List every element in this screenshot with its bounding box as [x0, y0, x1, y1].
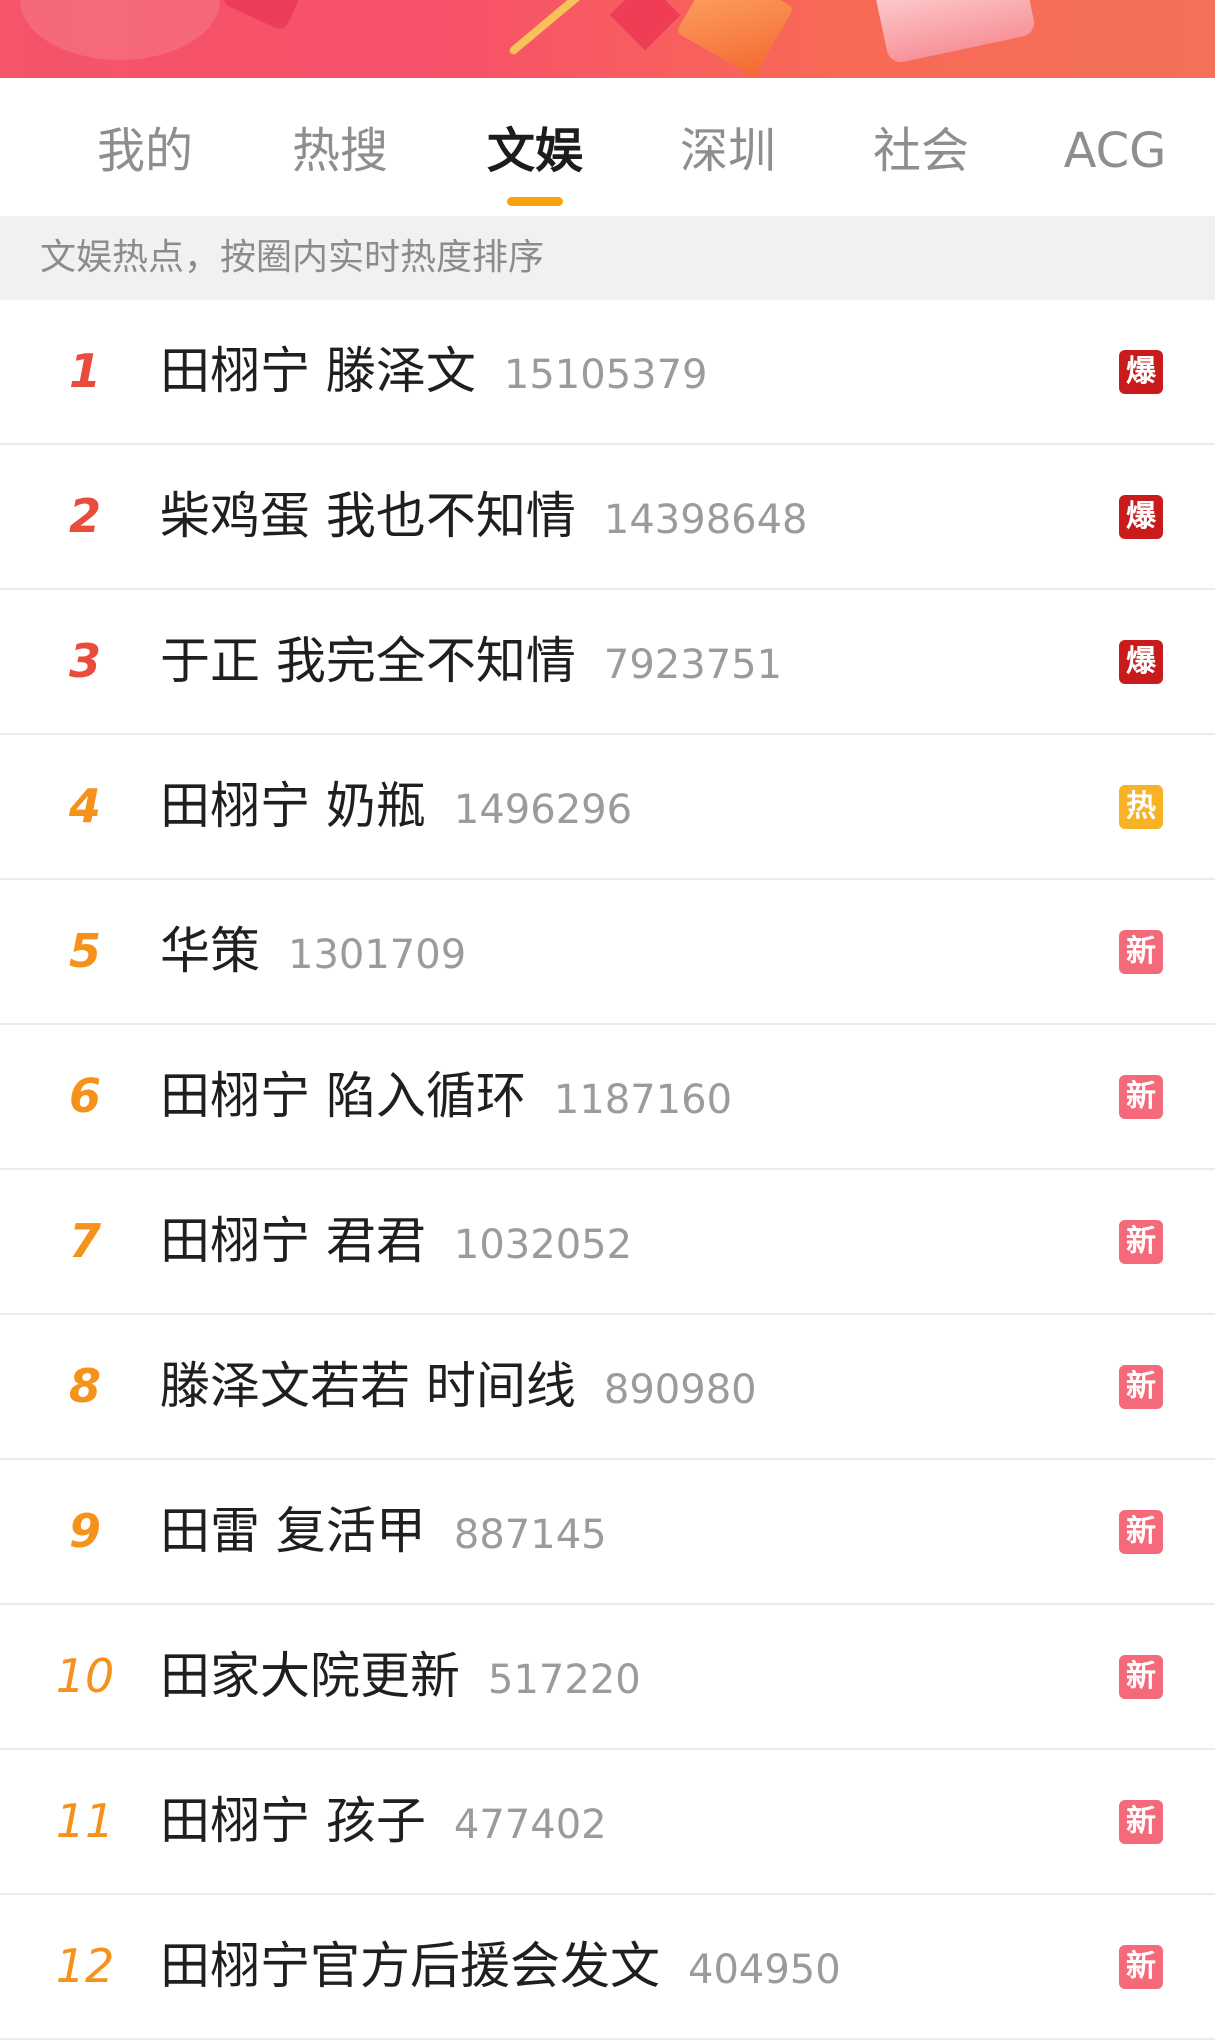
heat-count: 887145 [453, 1512, 607, 1558]
heat-count: 404950 [688, 1947, 841, 1993]
item-title: 田栩宁 君君 1032052 [160, 1170, 632, 1313]
heat-count: 890980 [603, 1367, 757, 1413]
heat-count: 1032052 [453, 1222, 633, 1268]
tab-label: 热搜 [291, 123, 388, 179]
new-badge: 新 [1119, 1800, 1163, 1844]
item-title: 田栩宁官方后援会发文 404950 [160, 1895, 841, 2038]
item-title-text: 田雷 复活甲 [160, 1502, 426, 1560]
item-title: 田雷 复活甲 887145 [160, 1460, 607, 1603]
heat-count: 517220 [488, 1657, 641, 1703]
top-banner [0, 0, 1215, 78]
banner-decoration [873, 0, 1037, 65]
list-item[interactable]: 8 滕泽文若若 时间线 890980 新 [0, 1315, 1215, 1460]
heat-count: 15105379 [503, 352, 708, 398]
heat-count: 1496296 [453, 787, 633, 833]
rank-number: 2 [68, 489, 101, 543]
item-title-text: 于正 我完全不知情 [160, 632, 576, 690]
rank-number: 12 [55, 1939, 115, 1993]
tab-shenzhen[interactable]: 深圳 [653, 116, 803, 186]
item-title-text: 田家大院更新 [160, 1647, 460, 1705]
item-title-text: 田栩宁 孩子 [160, 1792, 426, 1850]
heat-count: 1187160 [553, 1077, 733, 1123]
new-badge: 新 [1119, 1365, 1163, 1409]
tab-label: 社会 [872, 123, 969, 179]
item-title-text: 柴鸡蛋 我也不知情 [160, 487, 576, 545]
list-item[interactable]: 6 田栩宁 陷入循环 1187160 新 [0, 1025, 1215, 1170]
rank-number: 5 [68, 924, 101, 978]
tab-label: ACG [1063, 123, 1167, 179]
list-item[interactable]: 5 华策 1301709 新 [0, 880, 1215, 1025]
tab-label: 文娱 [486, 123, 583, 179]
item-title: 柴鸡蛋 我也不知情 14398648 [160, 445, 808, 588]
rank-number: 8 [68, 1359, 101, 1413]
banner-decoration [676, 0, 794, 78]
new-badge: 新 [1119, 1220, 1163, 1264]
item-title: 滕泽文若若 时间线 890980 [160, 1315, 757, 1458]
item-title: 田栩宁 孩子 477402 [160, 1750, 607, 1893]
rank-number: 6 [68, 1069, 101, 1123]
tab-mine[interactable]: 我的 [70, 116, 220, 186]
list-item[interactable]: 4 田栩宁 奶瓶 1496296 热 [0, 735, 1215, 880]
tab-society[interactable]: 社会 [846, 116, 996, 186]
item-title-text: 田栩宁 奶瓶 [160, 777, 426, 835]
list-item[interactable]: 10 田家大院更新 517220 新 [0, 1605, 1215, 1750]
new-badge: 新 [1119, 1510, 1163, 1554]
explosive-badge: 爆 [1119, 350, 1163, 394]
heat-count: 1301709 [288, 932, 467, 978]
tab-label: 深圳 [679, 123, 776, 179]
list-item[interactable]: 1 田栩宁 滕泽文 15105379 爆 [0, 300, 1215, 445]
tab-acg[interactable]: ACG [1040, 116, 1190, 186]
item-title-text: 田栩宁 滕泽文 [160, 342, 476, 400]
tab-label: 我的 [96, 123, 193, 179]
item-title-text: 田栩宁 陷入循环 [160, 1067, 526, 1125]
rank-number: 9 [68, 1504, 101, 1558]
item-title: 田栩宁 奶瓶 1496296 [160, 735, 632, 878]
item-title-text: 田栩宁官方后援会发文 [160, 1937, 660, 1995]
list-item[interactable]: 9 田雷 复活甲 887145 新 [0, 1460, 1215, 1605]
rank-number: 7 [68, 1214, 101, 1268]
item-title: 田家大院更新 517220 [160, 1605, 641, 1748]
category-tab-bar: 我的 热搜 文娱 深圳 社会 ACG [0, 78, 1215, 216]
rank-number: 4 [68, 779, 101, 833]
item-title-text: 田栩宁 君君 [160, 1212, 426, 1270]
hot-badge: 热 [1119, 785, 1163, 829]
list-item[interactable]: 12 田栩宁官方后援会发文 404950 新 [0, 1895, 1215, 2040]
item-title-text: 滕泽文若若 时间线 [160, 1357, 576, 1415]
rank-number: 10 [55, 1649, 115, 1703]
tab-hot-search[interactable]: 热搜 [265, 116, 415, 186]
heat-count: 477402 [453, 1802, 607, 1848]
new-badge: 新 [1119, 930, 1163, 974]
banner-decoration [20, 0, 220, 60]
item-title: 华策 1301709 [160, 880, 466, 1023]
list-item[interactable]: 3 于正 我完全不知情 7923751 爆 [0, 590, 1215, 735]
active-tab-indicator [507, 197, 563, 206]
rank-number: 3 [68, 634, 101, 688]
list-item[interactable]: 11 田栩宁 孩子 477402 新 [0, 1750, 1215, 1895]
heat-count: 14398648 [603, 497, 808, 543]
rank-number: 1 [68, 344, 101, 398]
item-title: 田栩宁 滕泽文 15105379 [160, 300, 708, 443]
banner-decoration [609, 0, 681, 51]
rank-number: 11 [55, 1794, 115, 1848]
banner-decoration [220, 0, 310, 32]
list-item[interactable]: 7 田栩宁 君君 1032052 新 [0, 1170, 1215, 1315]
new-badge: 新 [1119, 1075, 1163, 1119]
explosive-badge: 爆 [1119, 495, 1163, 539]
section-description: 文娱热点，按圈内实时热度排序 [0, 216, 1215, 300]
item-title: 田栩宁 陷入循环 1187160 [160, 1025, 732, 1168]
tab-entertainment[interactable]: 文娱 [460, 116, 610, 206]
item-title: 于正 我完全不知情 7923751 [160, 590, 782, 733]
section-description-text: 文娱热点，按圈内实时热度排序 [40, 237, 545, 278]
new-badge: 新 [1119, 1945, 1163, 1989]
banner-decoration [507, 0, 583, 56]
list-item[interactable]: 2 柴鸡蛋 我也不知情 14398648 爆 [0, 445, 1215, 590]
item-title-text: 华策 [160, 922, 260, 980]
heat-count: 7923751 [603, 642, 783, 688]
explosive-badge: 爆 [1119, 640, 1163, 684]
new-badge: 新 [1119, 1655, 1163, 1699]
